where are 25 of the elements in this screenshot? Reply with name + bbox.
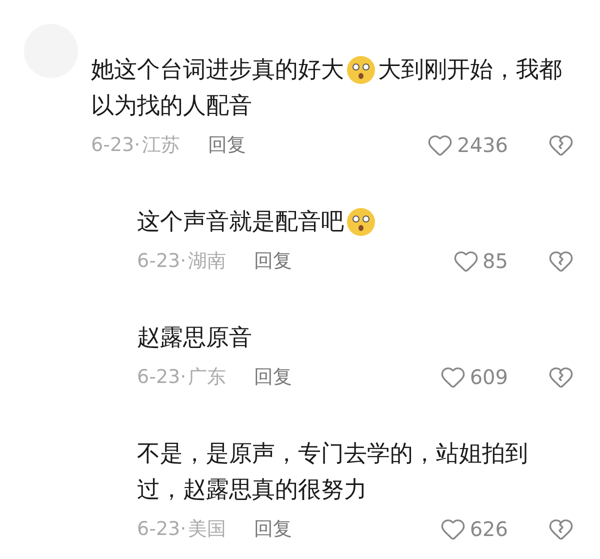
comment-region: 江苏 [142, 133, 180, 158]
comment-text: 以为找的人配音 [91, 92, 252, 121]
comment-text: 赵露思原音 [137, 324, 252, 353]
reply-link[interactable]: 回复 [208, 132, 246, 158]
comment-date: 6-23· [91, 134, 140, 156]
comment-text: 她这个台词进步真的好大 [91, 56, 344, 85]
comment-text: 不是，是原声，专门去学的，站姐拍到 [137, 440, 528, 469]
reply-link[interactable]: 回复 [254, 516, 292, 542]
reply-link[interactable]: 回复 [254, 248, 292, 274]
like-button[interactable]: 609 [440, 364, 508, 390]
comment-region: 广东 [188, 365, 226, 390]
emoji-icon [346, 55, 376, 85]
comment-date: 6-23· [137, 250, 186, 272]
like-button[interactable]: 2436 [427, 132, 508, 158]
comment-text: 过，赵露思真的很努力 [137, 476, 367, 505]
comment-region: 美国 [188, 517, 226, 542]
comment-text: 这个声音就是配音吧 [137, 208, 344, 237]
like-button[interactable]: 626 [440, 516, 508, 542]
comment-date: 6-23· [137, 518, 186, 540]
comment-text: 大到刚开始，我都 [378, 56, 562, 85]
emoji-icon [346, 207, 376, 237]
reply-link[interactable]: 回复 [254, 364, 292, 390]
comment-region: 湖南 [188, 249, 226, 274]
like-button[interactable]: 85 [452, 248, 508, 274]
comment-date: 6-23· [137, 366, 186, 388]
